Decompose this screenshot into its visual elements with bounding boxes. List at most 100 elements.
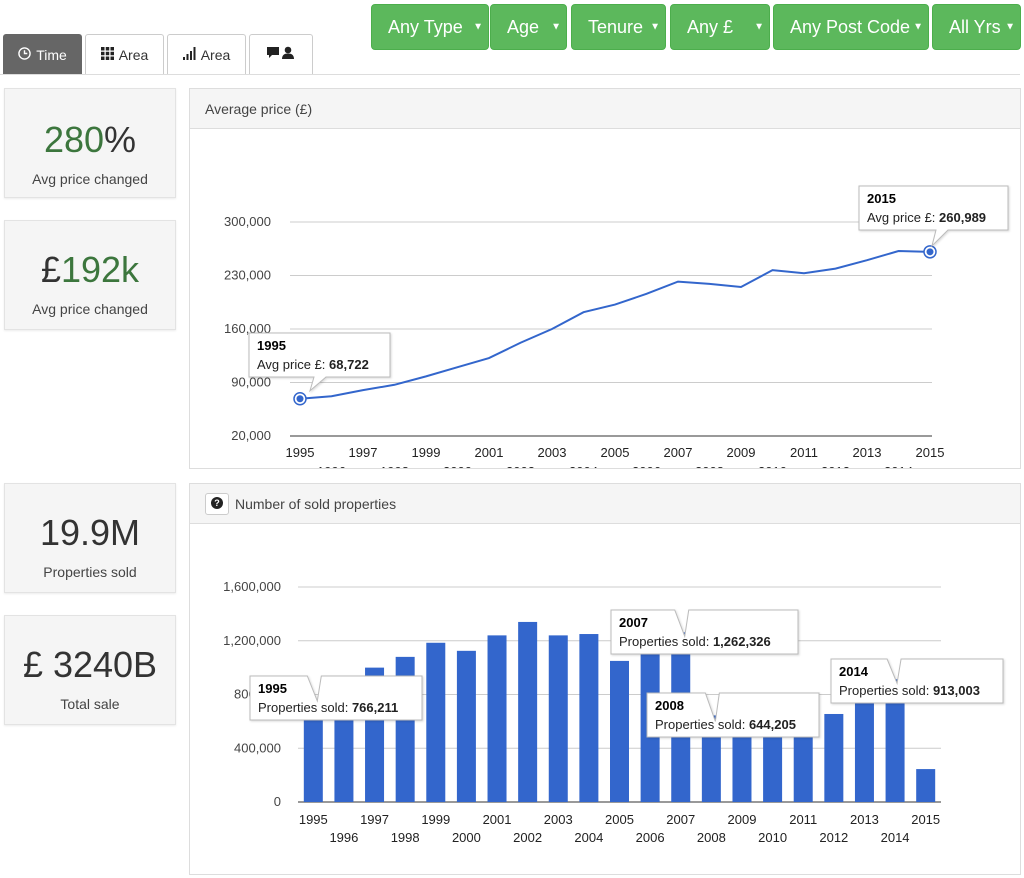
filter-type-button[interactable]: Any Type ▼ [371,4,489,50]
stat-value: £ 3240B [22,644,158,685]
filter-price-button[interactable]: Any £ ▼ [670,4,770,50]
panel-heading: ? Number of sold properties [190,484,1020,524]
tooltip-label: Avg price £: 68,722 [257,357,369,372]
x-tick-label: 2001 [483,812,512,827]
tooltip-year: 1995 [258,681,287,696]
tab-label: Area [118,46,149,63]
tooltip-value: 68,722 [329,357,369,372]
bar [916,769,936,802]
tab-area-grid[interactable]: Area [85,34,164,74]
x-tick-label: 2013 [853,445,882,460]
x-tick-label: 1998 [380,464,409,468]
x-tick-label: 2007 [664,445,693,460]
bar [610,660,629,802]
x-tick-label: 2011 [790,445,818,460]
comment-user-icon [266,46,296,63]
caret-down-icon: ▼ [473,21,483,33]
chart-tooltip: 1995 Properties sold: 766,211 [249,675,423,721]
x-tick-label: 2015 [911,812,940,827]
x-tick-label: 2005 [601,445,630,460]
filter-age-button[interactable]: Age ▼ [490,4,567,50]
sold-properties-panel: ? Number of sold properties 0400,000800,… [189,483,1021,875]
tooltip-value: 1,262,326 [713,634,771,649]
tooltip-label: Properties sold: 766,211 [258,700,398,715]
tab-area-signal[interactable]: Area [167,34,246,74]
stat-price-change-amount: £192k Avg price changed [4,220,176,330]
x-tick-label: 1998 [391,830,420,845]
x-tick-label: 1999 [412,445,441,460]
x-tick-label: 2005 [605,812,634,827]
panel-heading: Average price (£) [190,89,1020,129]
x-tick-label: 2001 [475,445,504,460]
tooltip-year: 2015 [867,191,896,206]
filter-tenure-button[interactable]: Tenure ▼ [571,4,666,50]
tooltip-value: 644,205 [749,717,796,732]
bar [518,621,538,802]
tooltip-value: 766,211 [352,700,398,715]
x-tick-label: 2007 [666,812,695,827]
x-tick-label: 2014 [884,464,913,468]
x-tick-label: 2008 [697,830,726,845]
tooltip-year: 2007 [619,615,648,630]
chart-tooltip: 2014 Properties sold: 913,003 [830,658,1004,704]
y-tick-label: 1,600,000 [223,579,281,594]
y-tick-label: 0 [274,794,281,809]
chart-tooltip: 2008 Properties sold: 644,205 [646,692,820,738]
filter-postcode-button[interactable]: Any Post Code ▼ [773,4,929,50]
tab-label: Time [36,46,67,63]
bar [854,695,874,802]
filter-label: Age [507,16,540,37]
tooltip-label: Properties sold: 913,003 [839,683,980,698]
x-tick-label: 2010 [758,464,787,468]
filter-years-button[interactable]: All Yrs ▼ [932,4,1021,50]
chart-tooltip: 2015 Avg price £: 260,989 [858,185,1009,248]
y-tick-label: 230,000 [224,268,271,283]
avg-price-series-line [299,250,931,400]
bar-signal-icon [182,46,196,63]
x-tick-label: 1995 [286,445,315,460]
x-tick-label: 1997 [349,445,378,460]
stat-label: Avg price changed [32,301,148,317]
caret-down-icon: ▼ [754,21,764,33]
bar [579,634,599,802]
x-tick-label: 2010 [758,830,787,845]
x-tick-label: 2002 [513,830,542,845]
x-tick-label: 2004 [574,830,603,845]
x-tick-label: 2002 [506,464,535,468]
x-tick-label: 1999 [421,812,450,827]
clock-icon [18,46,31,63]
tab-time[interactable]: Time [3,34,82,74]
y-tick-label: 300,000 [224,214,271,229]
x-tick-label: 2014 [881,830,910,845]
x-tick-label: 2000 [443,464,472,468]
filter-label: Any Type [388,16,463,37]
x-tick-label: 2006 [636,830,665,845]
bar [426,642,446,802]
stat-label: Total sale [60,696,120,712]
stat-total-sale: £ 3240B Total sale [4,615,176,725]
tooltip-label: Properties sold: 1,262,326 [619,634,771,649]
data-point [926,248,934,256]
x-tick-label: 1996 [317,464,346,468]
tooltip-value: 260,989 [939,210,986,225]
y-tick-label: 20,000 [231,428,271,443]
stat-suffix: % [104,119,137,160]
avg-price-panel: Average price (£) 20,000 90,000 160,000 230… [189,88,1021,469]
tab-comments[interactable] [249,34,313,74]
help-button[interactable]: ? [205,492,229,515]
filter-label: Tenure [588,16,644,37]
tooltip-year: 2014 [839,664,869,679]
sold-properties-bar-chart: 0400,000800,0001,200,0001,600,0001995199… [223,579,1004,845]
caret-down-icon: ▼ [913,21,923,33]
tab-label: Area [200,46,231,63]
filter-label: Any £ [687,16,734,37]
x-tick-label: 1995 [299,812,328,827]
x-tick-label: 2009 [727,445,756,460]
stat-properties-sold: 19.9M Properties sold [4,483,176,593]
x-tick-label: 2012 [821,464,850,468]
stat-price-change-percent: 280% Avg price changed [4,88,176,198]
x-tick-label: 2012 [819,830,848,845]
bar [487,635,507,802]
x-tick-label: 2013 [850,812,879,827]
chart-title: Average price (£) [205,100,313,117]
